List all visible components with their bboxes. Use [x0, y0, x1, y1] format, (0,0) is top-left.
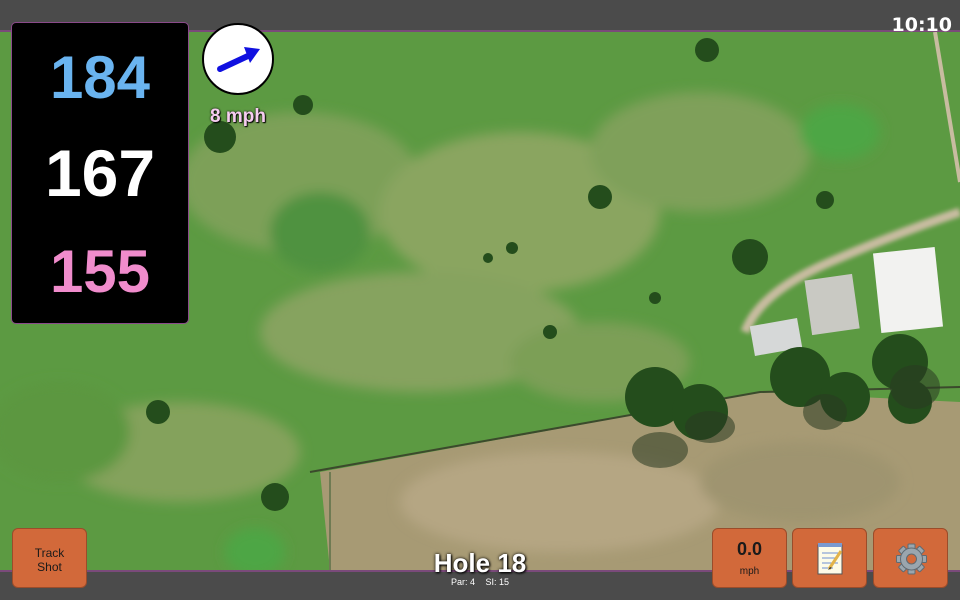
track-shot-label-line1: Track	[34, 546, 65, 560]
clock: 10:10	[891, 14, 952, 36]
middle-distance: 167	[44, 136, 156, 210]
back-distance: 184	[49, 44, 151, 111]
track-shot-label-line2: Shot	[37, 560, 62, 574]
wind-speed-button[interactable]: 0.0 mph	[712, 528, 787, 588]
wind-speed-label: 8 mph	[210, 106, 266, 127]
stroke-index-label: SI: 15	[485, 577, 510, 587]
wind-compass	[202, 23, 274, 95]
gear-icon	[896, 543, 927, 575]
par-label: Par: 4	[450, 577, 475, 587]
front-distance: 155	[49, 238, 151, 305]
wind-speed-value: 0.0	[736, 539, 763, 559]
hole-title: Hole 18	[433, 548, 527, 578]
settings-button[interactable]	[873, 528, 948, 588]
track-shot-button[interactable]: Track Shot	[12, 528, 87, 588]
hole-info: Par: 4 SI: 15	[380, 577, 580, 587]
notes-button[interactable]	[792, 528, 867, 588]
wind-speed-unit: mph	[739, 566, 760, 577]
wind-direction-arrow-icon	[217, 47, 260, 72]
distance-panel: 184 167 155	[11, 22, 189, 324]
notepad-icon	[817, 543, 843, 575]
